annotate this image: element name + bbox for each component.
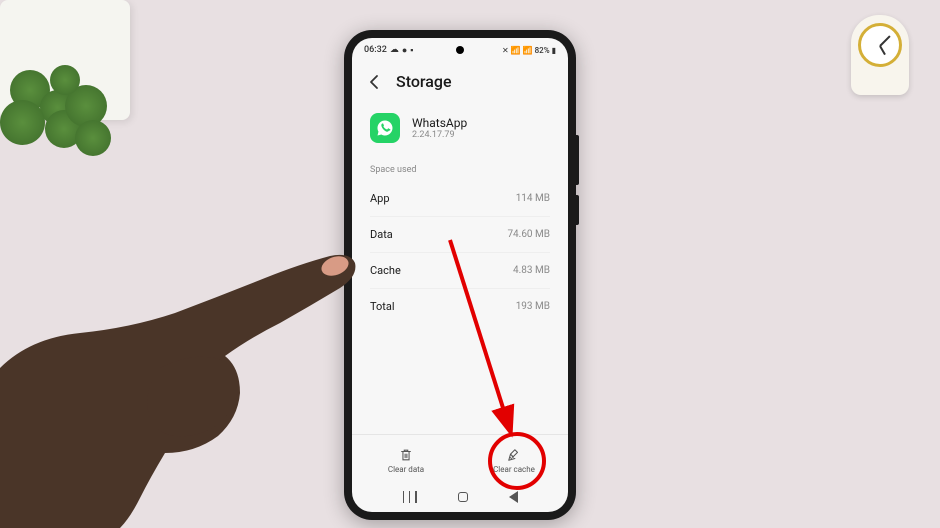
- row-label: Data: [370, 228, 393, 241]
- battery-icon: ▮: [552, 46, 556, 55]
- notification-icon: ●: [402, 45, 407, 56]
- clock-decoration: [845, 15, 915, 110]
- data-size-row: Data 74.60 MB: [352, 217, 568, 252]
- app-name: WhatsApp: [412, 116, 467, 130]
- bottom-actions: Clear data Clear cache: [352, 434, 568, 482]
- nav-recent-button[interactable]: [403, 491, 417, 503]
- trash-icon: [398, 447, 414, 463]
- clear-data-button[interactable]: Clear data: [352, 443, 460, 478]
- row-value: 74.60 MB: [507, 229, 550, 240]
- battery-percent: 82%: [535, 46, 550, 55]
- row-value: 193 MB: [516, 301, 550, 312]
- plant-decoration: [0, 0, 150, 170]
- whatsapp-icon: [370, 113, 400, 143]
- total-size-row: Total 193 MB: [352, 289, 568, 324]
- cache-size-row: Cache 4.83 MB: [352, 253, 568, 288]
- clear-data-label: Clear data: [388, 465, 424, 474]
- row-label: App: [370, 192, 390, 205]
- row-value: 4.83 MB: [513, 265, 550, 276]
- row-label: Cache: [370, 264, 401, 277]
- clear-cache-button[interactable]: Clear cache: [460, 443, 568, 478]
- back-arrow-icon: [367, 74, 383, 90]
- app-size-row: App 114 MB: [352, 181, 568, 216]
- vibrate-icon: ✕: [502, 46, 509, 55]
- back-button[interactable]: [366, 73, 384, 91]
- signal-icon-2: 📶: [523, 46, 533, 55]
- page-header: Storage: [352, 62, 568, 105]
- cloud-icon: ☁: [390, 45, 399, 55]
- page-title: Storage: [396, 72, 452, 91]
- status-time: 06:32: [364, 45, 387, 55]
- broom-icon: [506, 447, 522, 463]
- clear-cache-label: Clear cache: [493, 465, 535, 474]
- row-value: 114 MB: [516, 193, 550, 204]
- nav-home-button[interactable]: [458, 492, 468, 502]
- section-label: Space used: [352, 159, 568, 181]
- navigation-bar: [352, 482, 568, 512]
- signal-icon: 📶: [511, 46, 521, 55]
- phone-device: 06:32 ☁ ● ▪ ✕ 📶 📶 82% ▮ Storage: [344, 30, 576, 520]
- app-version: 2.24.17.79: [412, 130, 467, 140]
- phone-screen: 06:32 ☁ ● ▪ ✕ 📶 📶 82% ▮ Storage: [352, 38, 568, 512]
- wallet-icon: ▪: [410, 45, 413, 56]
- row-label: Total: [370, 300, 395, 313]
- hand-pointing: [0, 188, 360, 528]
- nav-back-button[interactable]: [509, 491, 518, 503]
- app-info-row: WhatsApp 2.24.17.79: [352, 105, 568, 159]
- camera-punch-hole: [456, 46, 464, 54]
